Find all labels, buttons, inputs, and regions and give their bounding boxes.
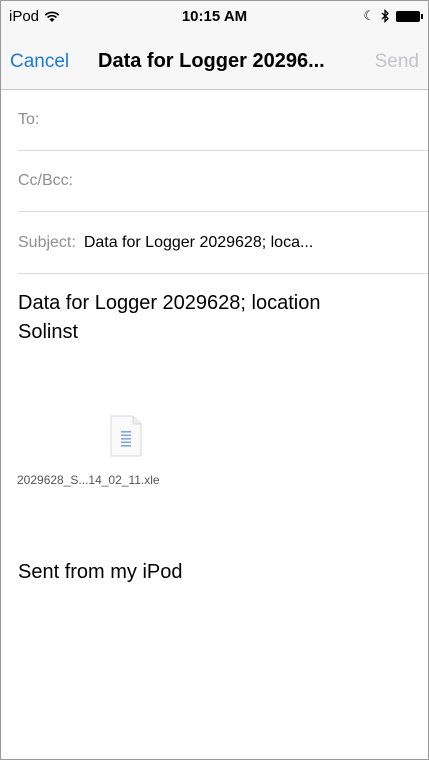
send-button[interactable]: Send <box>375 51 419 73</box>
message-body[interactable]: Data for Logger 2029628; location Solins… <box>18 289 398 347</box>
nav-bar: Cancel Data for Logger 20296... Send <box>1 35 428 90</box>
body-line-2: Solinst <box>18 321 79 343</box>
to-field[interactable]: To: <box>18 90 428 151</box>
attachment-filename: 2029628_S...14_02_11.xle <box>17 473 160 487</box>
mail-compose-screen: iPod 10:15 AM ☾ Cancel Data for Logger 2… <box>0 0 429 760</box>
status-bar: iPod 10:15 AM ☾ <box>1 1 428 35</box>
subject-label: Subject: <box>18 234 76 251</box>
status-indicators: ☾ <box>363 8 423 24</box>
signature: Sent from my iPod <box>18 561 183 583</box>
bluetooth-icon <box>381 9 389 23</box>
cancel-button[interactable]: Cancel <box>10 51 69 73</box>
to-label: To: <box>18 111 40 128</box>
subject-value[interactable]: Data for Logger 2029628; loca... <box>84 234 384 252</box>
document-icon <box>110 415 142 457</box>
cc-bcc-label: Cc/Bcc: <box>18 172 74 189</box>
nav-title: Data for Logger 20296... <box>98 50 325 72</box>
cc-bcc-field[interactable]: Cc/Bcc: <box>18 151 428 212</box>
battery-icon <box>396 10 423 22</box>
do-not-disturb-icon: ☾ <box>363 8 375 23</box>
body-line-1: Data for Logger 2029628; location <box>18 292 321 314</box>
subject-field[interactable]: Subject: Data for Logger 2029628; loca..… <box>18 213 428 274</box>
